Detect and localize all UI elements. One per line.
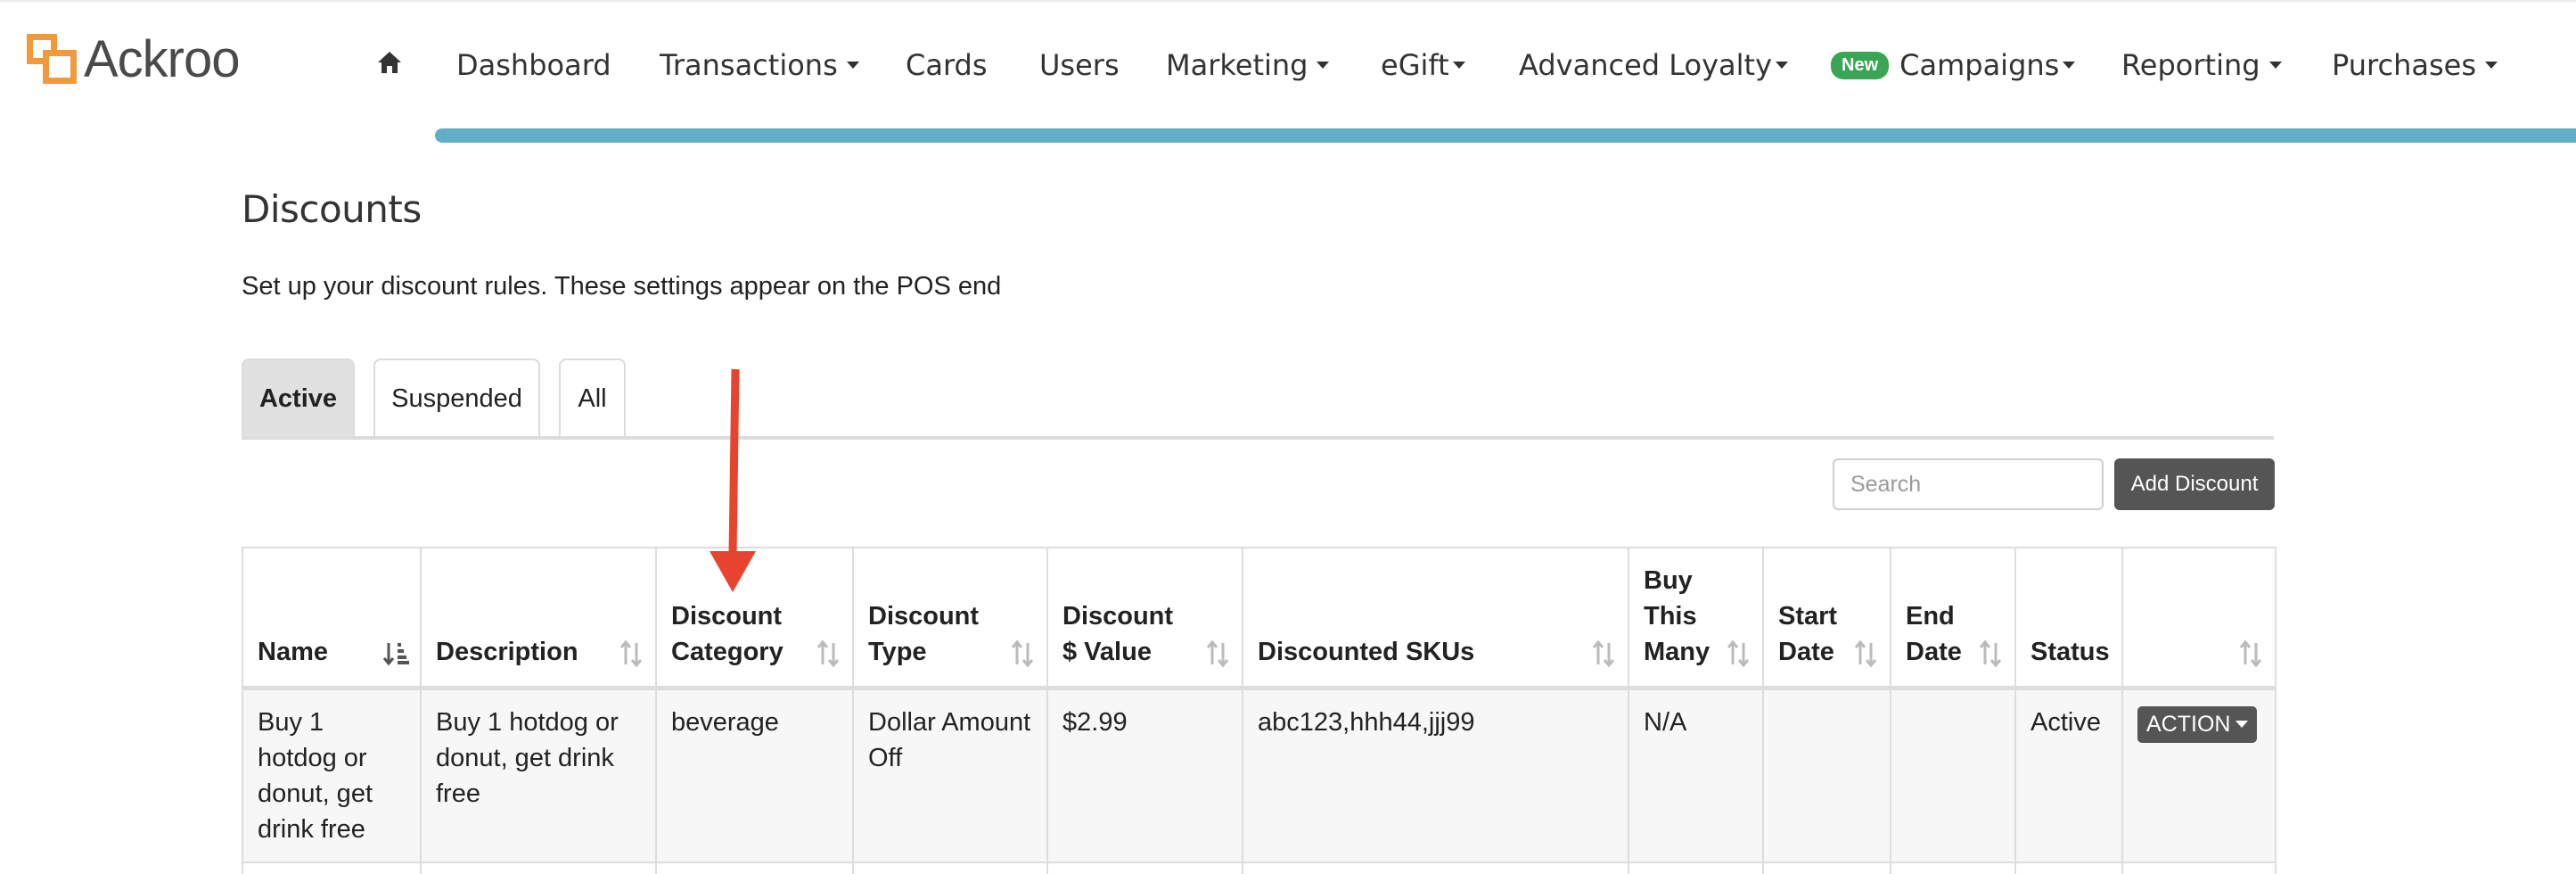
table-row: Buy 1 hotdog or donut, get drink free Bu… bbox=[242, 687, 2277, 863]
logo-mark-icon bbox=[27, 34, 78, 86]
new-badge: New bbox=[1831, 51, 1890, 79]
cell-status: Active bbox=[2014, 687, 2123, 863]
nav-campaigns[interactable]: New Campaigns bbox=[1831, 45, 2076, 86]
cell-buy-many: N/A bbox=[1628, 687, 1764, 863]
chevron-down-icon bbox=[2268, 62, 2282, 69]
tab-active[interactable]: Active bbox=[242, 359, 355, 437]
sort-icon bbox=[816, 639, 840, 667]
cell-name: Buy 1 hotdog or donut, get drink free bbox=[242, 687, 422, 863]
cell-category: beverage bbox=[655, 687, 854, 863]
column-header-discount-value[interactable]: Discount $ Value bbox=[1046, 547, 1243, 690]
sort-icon bbox=[1011, 639, 1034, 667]
table-header-row: Name Description Discount Category Disco… bbox=[242, 547, 2277, 690]
nav-transactions[interactable]: Transactions bbox=[660, 45, 859, 86]
sort-icon bbox=[619, 639, 643, 667]
add-discount-button[interactable]: Add Discount bbox=[2114, 458, 2275, 510]
column-header-discount-category[interactable]: Discount Category bbox=[655, 547, 854, 690]
cell-end-date bbox=[1890, 687, 2016, 863]
page-title: Discounts bbox=[242, 187, 422, 231]
sort-icon bbox=[2239, 639, 2262, 667]
home-icon[interactable] bbox=[376, 50, 403, 75]
column-header-description[interactable]: Description bbox=[420, 547, 657, 690]
cell-skus: abc123,hhh44,jjj99 bbox=[1242, 687, 1629, 863]
sort-asc-icon bbox=[382, 642, 409, 665]
chevron-down-icon bbox=[1317, 62, 1330, 69]
nav-reporting[interactable]: Reporting bbox=[2121, 45, 2282, 86]
cell-type: Dollar Amount Off bbox=[852, 687, 1048, 863]
column-header-end-date[interactable]: End Date bbox=[1890, 547, 2016, 690]
column-header-discounted-skus[interactable]: Discounted SKUs bbox=[1242, 547, 1629, 690]
nav-purchases[interactable]: Purchases bbox=[2332, 45, 2498, 86]
ackroo-logo[interactable]: Ackroo bbox=[27, 29, 241, 91]
nav-egift[interactable]: eGift bbox=[1381, 45, 1465, 86]
tabs-divider bbox=[242, 436, 2274, 440]
sort-icon bbox=[1592, 639, 1615, 667]
column-header-start-date[interactable]: Start Date bbox=[1762, 547, 1891, 690]
tab-suspended[interactable]: Suspended bbox=[373, 359, 540, 437]
nav-marketing[interactable]: Marketing bbox=[1166, 45, 1330, 86]
cell-start-date bbox=[1762, 687, 1891, 863]
chevron-down-icon bbox=[2236, 721, 2249, 728]
chevron-down-icon bbox=[1452, 62, 1465, 69]
accent-bar bbox=[435, 128, 2576, 143]
search-input[interactable] bbox=[1833, 458, 2104, 510]
column-header-buy-this-many[interactable]: Buy This Many bbox=[1628, 547, 1764, 690]
nav-users[interactable]: Users bbox=[1039, 45, 1120, 86]
table-row bbox=[242, 861, 2277, 874]
column-header-discount-type[interactable]: Discount Type bbox=[852, 547, 1048, 690]
sort-icon bbox=[1727, 639, 1750, 667]
column-header-status[interactable]: Status bbox=[2014, 547, 2123, 690]
chevron-down-icon bbox=[2063, 62, 2076, 69]
top-navbar: Ackroo Dashboard Transactions Cards User… bbox=[0, 0, 2576, 125]
sort-icon bbox=[1979, 639, 2002, 667]
chevron-down-icon bbox=[1776, 62, 1788, 69]
nav-advanced-loyalty[interactable]: Advanced Loyalty bbox=[1519, 45, 1788, 86]
page-description: Set up your discount rules. These settin… bbox=[242, 272, 1002, 301]
nav-dashboard[interactable]: Dashboard bbox=[456, 45, 611, 86]
sort-icon bbox=[1206, 639, 1229, 667]
discounts-table: Name Description Discount Category Disco… bbox=[242, 547, 2277, 874]
cell-value: $2.99 bbox=[1046, 687, 1243, 863]
nav-cards[interactable]: Cards bbox=[906, 45, 988, 86]
logo-text: Ackroo bbox=[84, 30, 241, 88]
cell-actions: ACTION bbox=[2121, 687, 2277, 863]
action-dropdown-button[interactable]: ACTION bbox=[2137, 705, 2258, 743]
column-header-name[interactable]: Name bbox=[242, 547, 422, 690]
sort-icon bbox=[1854, 639, 1877, 667]
chevron-down-icon bbox=[2484, 62, 2498, 69]
tab-all[interactable]: All bbox=[559, 359, 626, 437]
chevron-down-icon bbox=[846, 62, 859, 69]
column-header-actions[interactable] bbox=[2121, 547, 2277, 690]
cell-description: Buy 1 hotdog or donut, get drink free bbox=[420, 687, 657, 863]
